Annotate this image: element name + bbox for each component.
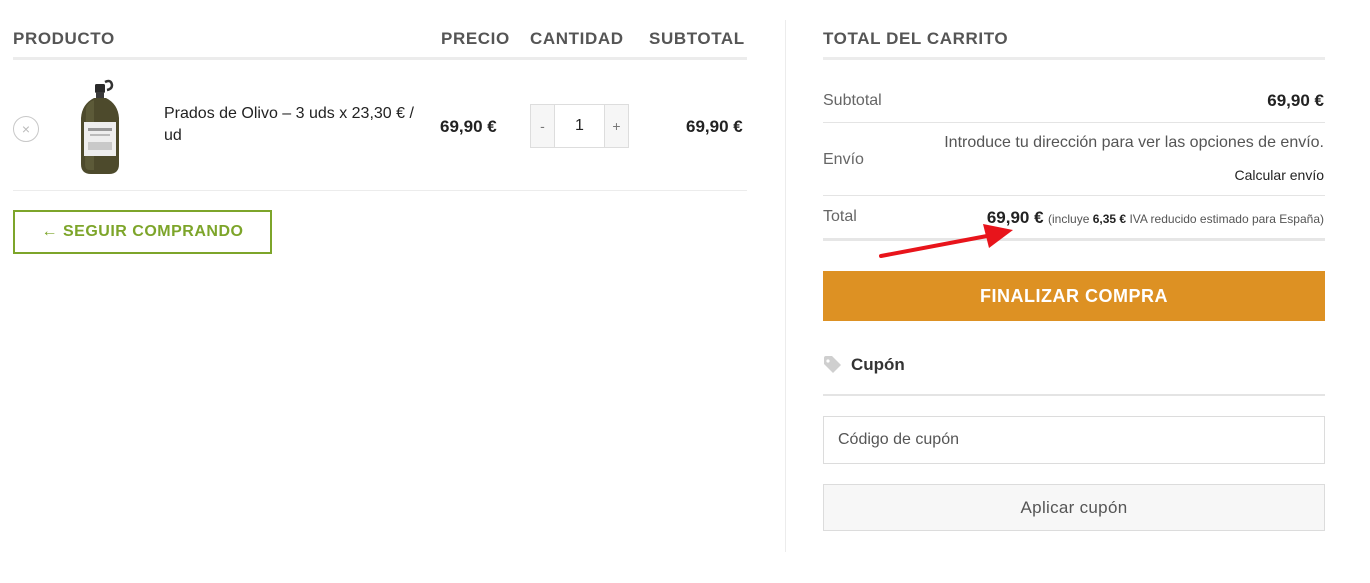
column-header-subtotal: SUBTOTAL xyxy=(649,29,745,48)
shipping-message: Introduce tu dirección para ver las opci… xyxy=(944,134,1324,151)
remove-item-icon[interactable]: × xyxy=(13,116,39,142)
total-label: Total xyxy=(823,208,857,225)
tax-note-suffix: IVA reducido estimado para España) xyxy=(1129,212,1324,226)
continue-shopping-button[interactable]: ← SEGUIR COMPRANDO xyxy=(13,210,272,254)
subtotal-divider xyxy=(823,122,1325,123)
column-header-quantity: CANTIDAD xyxy=(530,29,624,48)
row-divider xyxy=(13,190,747,191)
header-divider xyxy=(13,57,747,60)
quantity-increase-button[interactable]: + xyxy=(604,105,628,147)
checkout-button[interactable]: FINALIZAR COMPRA xyxy=(823,271,1325,321)
calculate-shipping-link[interactable]: Calcular envío xyxy=(1235,167,1325,183)
shipping-label: Envío xyxy=(823,151,864,168)
coupon-divider xyxy=(823,394,1325,396)
quantity-input[interactable]: 1 xyxy=(555,105,604,147)
quantity-decrease-button[interactable]: - xyxy=(531,105,555,147)
red-arrow-icon xyxy=(879,224,1013,258)
olive-oil-bottle-icon[interactable] xyxy=(74,78,126,176)
product-subtotal: 69,90 € xyxy=(686,117,743,136)
subtotal-label: Subtotal xyxy=(823,92,882,109)
total-line: 69,90 € (incluye 6,35 € IVA reducido est… xyxy=(987,208,1324,228)
shipping-divider xyxy=(823,195,1325,196)
column-divider xyxy=(785,20,786,552)
column-header-product: PRODUCTO xyxy=(13,29,115,48)
subtotal-value: 69,90 € xyxy=(1267,91,1324,110)
product-name-link[interactable]: Prados de Olivo – 3 uds x 23,30 € / ud xyxy=(164,103,426,147)
tax-amount: 6,35 € xyxy=(1092,212,1127,226)
coupon-heading-label: Cupón xyxy=(851,355,905,374)
tax-note: (incluye 6,35 € IVA reducido estimado pa… xyxy=(1048,212,1324,226)
coupon-heading: Cupón xyxy=(823,355,905,375)
quantity-stepper: - 1 + xyxy=(530,104,629,148)
tag-icon xyxy=(824,356,841,373)
apply-coupon-button[interactable]: Aplicar cupón xyxy=(823,484,1325,531)
totals-header-divider xyxy=(823,57,1325,60)
cart-totals-title: TOTAL DEL CARRITO xyxy=(823,29,1009,48)
column-header-price: PRECIO xyxy=(441,29,510,48)
tax-note-prefix: (incluye xyxy=(1048,212,1090,226)
product-price: 69,90 € xyxy=(440,117,497,136)
coupon-code-input[interactable] xyxy=(823,416,1325,464)
